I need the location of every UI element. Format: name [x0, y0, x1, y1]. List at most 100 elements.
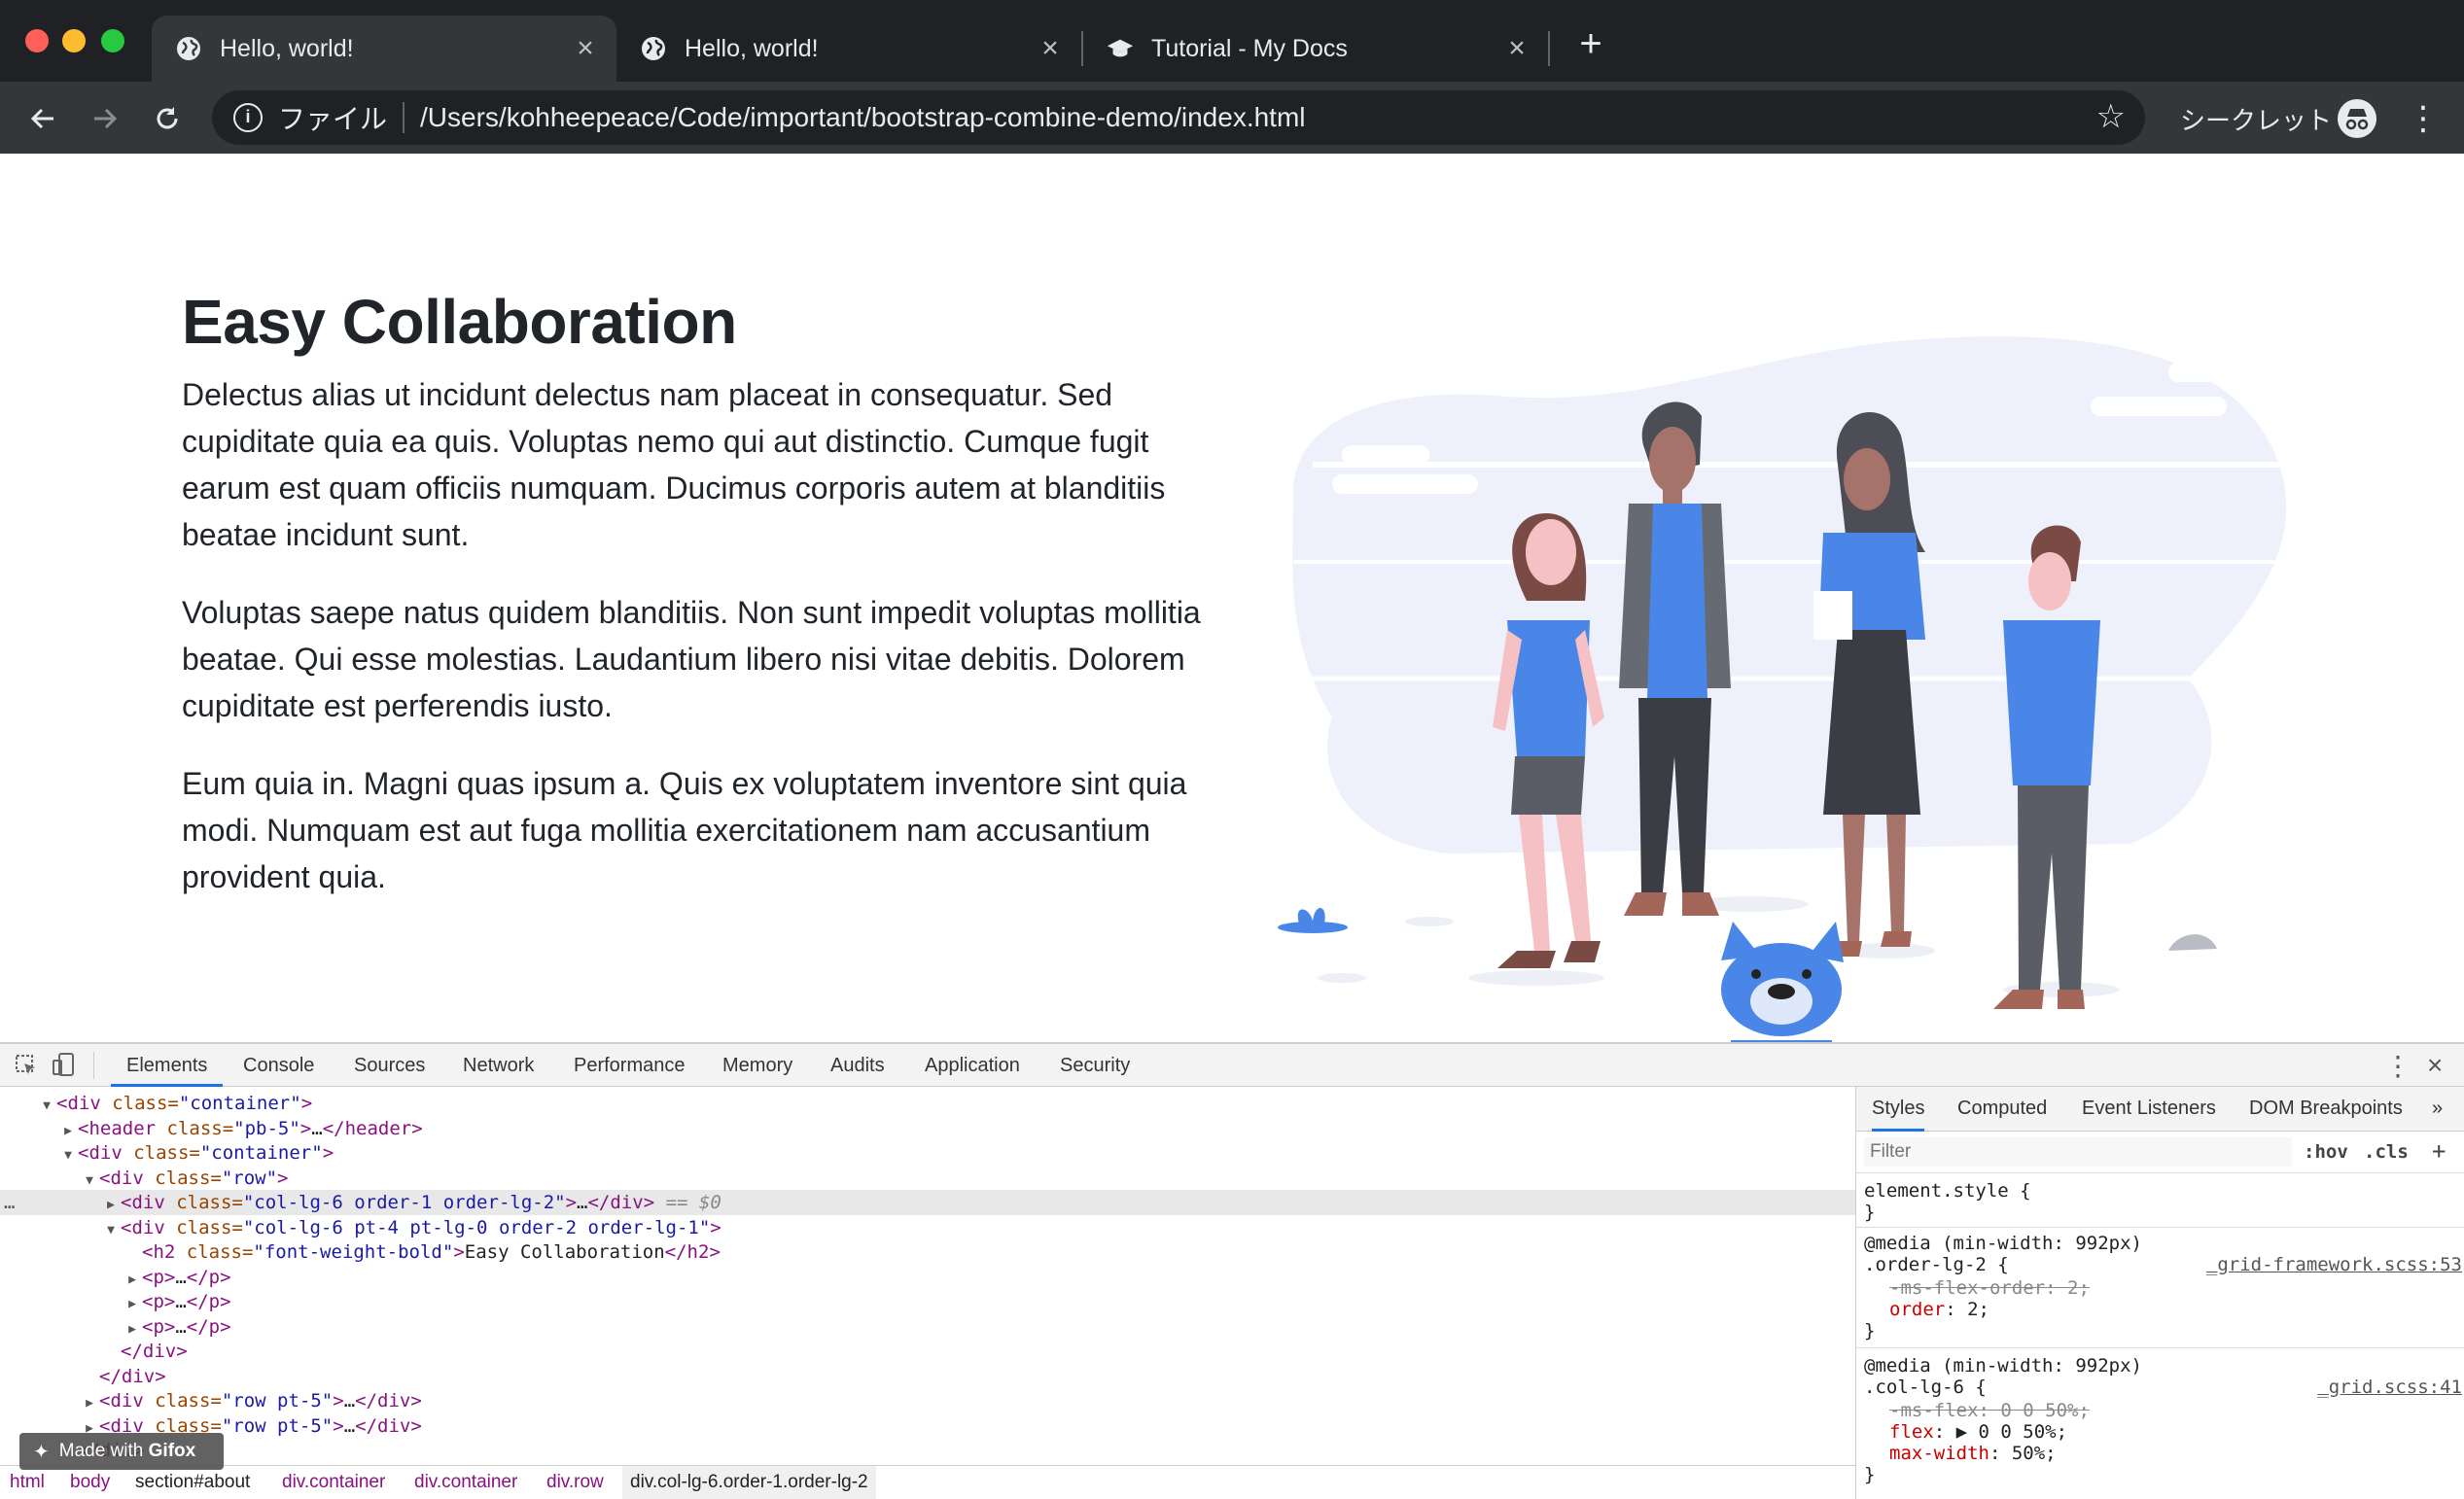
new-style-rule-button[interactable]: +	[2432, 1137, 2446, 1165]
close-tab-icon[interactable]: ×	[572, 34, 599, 63]
close-devtools-icon[interactable]: ×	[2427, 1050, 2443, 1081]
team-illustration	[1278, 336, 2295, 1042]
tab-memory[interactable]: Memory	[722, 1044, 792, 1087]
tag-token: <div	[56, 1093, 101, 1114]
tab-styles[interactable]: Styles	[1872, 1087, 1925, 1132]
rule-source-link[interactable]: _grid-framework.scss:53	[2206, 1254, 2462, 1275]
back-icon[interactable]	[23, 99, 62, 138]
breadcrumb-container[interactable]: div.container	[282, 1466, 385, 1499]
tag-token: >	[163, 1315, 176, 1338]
browser-tab-3[interactable]: Tutorial - My Docs ×	[1083, 16, 1548, 82]
tab-console[interactable]: Console	[243, 1044, 314, 1087]
breadcrumb-row[interactable]: div.row	[546, 1466, 604, 1499]
attribute-value-token: "col-lg-6 pt-4 pt-lg-0 order-2 order-lg-…	[242, 1216, 711, 1238]
tag-token: >	[220, 1291, 231, 1312]
dom-node[interactable]: ▶ <div class="row pt-5">…</div>	[0, 1388, 1855, 1413]
breadcrumb-current[interactable]: div.col-lg-6.order-1.order-lg-2	[622, 1466, 876, 1499]
dom-node[interactable]: <h2 class="font-weight-bold">Easy Collab…	[0, 1239, 1855, 1265]
dom-node[interactable]: ▶ <p>…</p>	[0, 1314, 1855, 1340]
dom-node[interactable]: ▶ <header class="pb-5">…</header>	[0, 1116, 1855, 1141]
dom-node-markup: <p>…</p>	[142, 1267, 231, 1288]
forward-icon[interactable]	[86, 99, 124, 138]
close-tab-icon[interactable]: ×	[1503, 34, 1531, 63]
close-window-button[interactable]	[25, 29, 49, 52]
breadcrumb-body[interactable]: body	[70, 1466, 110, 1499]
dom-node[interactable]: ▶ <div class="row pt-5">…</div>	[0, 1413, 1855, 1439]
tab-dom-breakpoints[interactable]: DOM Breakpoints	[2249, 1087, 2403, 1130]
tab-event-listeners[interactable]: Event Listeners	[2082, 1087, 2216, 1130]
tab-title: Hello, world!	[685, 34, 819, 62]
dom-node[interactable]: ▶ <p>…</p>	[0, 1265, 1855, 1290]
overridden-property[interactable]: -ms-flex: 0 0 50%;	[1889, 1400, 2090, 1421]
breadcrumb-html[interactable]: html	[10, 1466, 45, 1499]
globe-icon	[640, 35, 667, 62]
dom-node[interactable]: </div>	[0, 1339, 1855, 1364]
paragraph: Delectus alias ut incidunt delectus nam …	[182, 377, 1166, 552]
media-query: @media (min-width: 992px)	[1864, 1233, 2142, 1254]
css-property[interactable]: max-width: 50%;	[1889, 1443, 2057, 1464]
tab-performance[interactable]: Performance	[574, 1044, 686, 1087]
more-tabs-icon[interactable]: »	[2432, 1087, 2443, 1130]
dom-node[interactable]: ▼ <div class="container">	[0, 1140, 1855, 1166]
dom-node[interactable]: ▼ <div class="row">	[0, 1166, 1855, 1191]
breadcrumb-section[interactable]: section#about	[135, 1466, 250, 1499]
node-actions-icon[interactable]: …	[4, 1190, 15, 1215]
close-tab-icon[interactable]: ×	[1037, 34, 1064, 63]
dom-tree[interactable]: ▼ <div class="container"> ▶ <header class="…	[0, 1087, 1855, 1456]
minimize-window-button[interactable]	[62, 29, 86, 52]
device-toolbar-icon[interactable]	[53, 1053, 76, 1078]
tab-application[interactable]: Application	[925, 1044, 1020, 1087]
text-token: …	[175, 1266, 187, 1288]
tab-elements[interactable]: Elements	[111, 1044, 224, 1087]
address-bar[interactable]: i ファイル /Users/kohheepeace/Code/important…	[212, 90, 2145, 145]
css-property[interactable]: order: 2;	[1889, 1299, 1989, 1320]
dom-node-markup: <header class="pb-5">…</header>	[78, 1118, 423, 1139]
incognito-icon[interactable]	[2338, 99, 2376, 138]
tab-title: Tutorial - My Docs	[1151, 34, 1348, 62]
breadcrumb-container-2[interactable]: div.container	[414, 1466, 517, 1499]
reload-icon[interactable]	[148, 99, 187, 138]
bookmark-star-icon[interactable]: ☆	[2096, 100, 2126, 133]
more-vert-icon[interactable]: ⋮	[2404, 99, 2443, 138]
rule-source-link[interactable]: _grid.scss:41	[2317, 1377, 2462, 1398]
hov-toggle[interactable]: :hov	[2304, 1141, 2348, 1163]
browser-tab-2[interactable]: Hello, world! ×	[616, 16, 1081, 82]
tab-computed[interactable]: Computed	[1957, 1087, 2047, 1130]
inspect-element-icon[interactable]	[16, 1055, 37, 1076]
styles-filter-input[interactable]	[1864, 1137, 2292, 1167]
browser-tab-1[interactable]: Hello, world! ×	[152, 16, 616, 82]
attribute-name-token: class=	[143, 1167, 222, 1189]
gifox-logo-icon: ✦	[33, 1441, 50, 1463]
tag-token: >	[410, 1414, 422, 1437]
url-text[interactable]: /Users/kohheepeace/Code/important/bootst…	[420, 102, 1305, 133]
css-property[interactable]: flex: ▶ 0 0 50%;	[1889, 1421, 2067, 1443]
devtools-divider	[93, 1052, 94, 1079]
element-breadcrumbs: html body section#about div.container di…	[0, 1465, 1855, 1499]
more-vert-icon[interactable]: ⋮	[2384, 1050, 2411, 1082]
attribute-value-token: "row pt-5"	[221, 1414, 334, 1437]
site-info-label[interactable]: ファイル	[278, 98, 387, 137]
tag-token: </p	[186, 1315, 221, 1338]
divider	[1856, 1172, 2464, 1173]
tag-token: >	[277, 1167, 289, 1189]
new-tab-button[interactable]: +	[1571, 24, 1610, 64]
dom-node[interactable]: </div>	[0, 1438, 1855, 1456]
dom-node[interactable]: ▼ <div class="col-lg-6 pt-4 pt-lg-0 order…	[0, 1215, 1855, 1240]
tag-token: <h2	[142, 1241, 176, 1263]
rule-close: }	[1864, 1464, 1876, 1485]
dom-node[interactable]: </div>	[0, 1364, 1855, 1389]
tab-security[interactable]: Security	[1060, 1044, 1130, 1087]
selected-node-marker: == $0	[654, 1192, 722, 1213]
dom-node-markup: <div class="row pt-5">…</div>	[99, 1390, 422, 1412]
overridden-property[interactable]: -ms-flex-order: 2;	[1889, 1277, 2090, 1299]
property-value: : 50%;	[1989, 1443, 2057, 1464]
maximize-window-button[interactable]	[101, 29, 124, 52]
dom-node[interactable]: ▼ <div class="container">	[0, 1091, 1855, 1116]
dom-node[interactable]: ▶ <p>…</p>	[0, 1289, 1855, 1314]
cls-toggle[interactable]: .cls	[2364, 1141, 2409, 1163]
dom-node-selected[interactable]: ▶ <div class="col-lg-6 order-1 order-lg-2…	[0, 1190, 1855, 1215]
tab-network[interactable]: Network	[463, 1044, 534, 1087]
tab-audits[interactable]: Audits	[830, 1044, 885, 1087]
tab-sources[interactable]: Sources	[354, 1044, 425, 1087]
info-icon[interactable]: i	[233, 103, 263, 132]
